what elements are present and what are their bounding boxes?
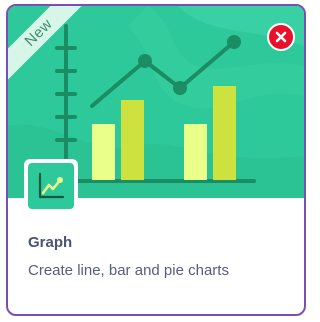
new-ribbon: New [8,6,88,86]
close-button[interactable] [267,23,295,51]
line-chart-icon [38,172,65,199]
new-badge: New [8,6,88,86]
card-description: Create line, bar and pie charts [28,262,229,279]
extension-card[interactable]: New Graph Create line, bar and pie chart… [6,4,306,316]
app-icon [24,159,78,213]
card-title: Graph [28,234,73,251]
close-icon [275,31,287,43]
